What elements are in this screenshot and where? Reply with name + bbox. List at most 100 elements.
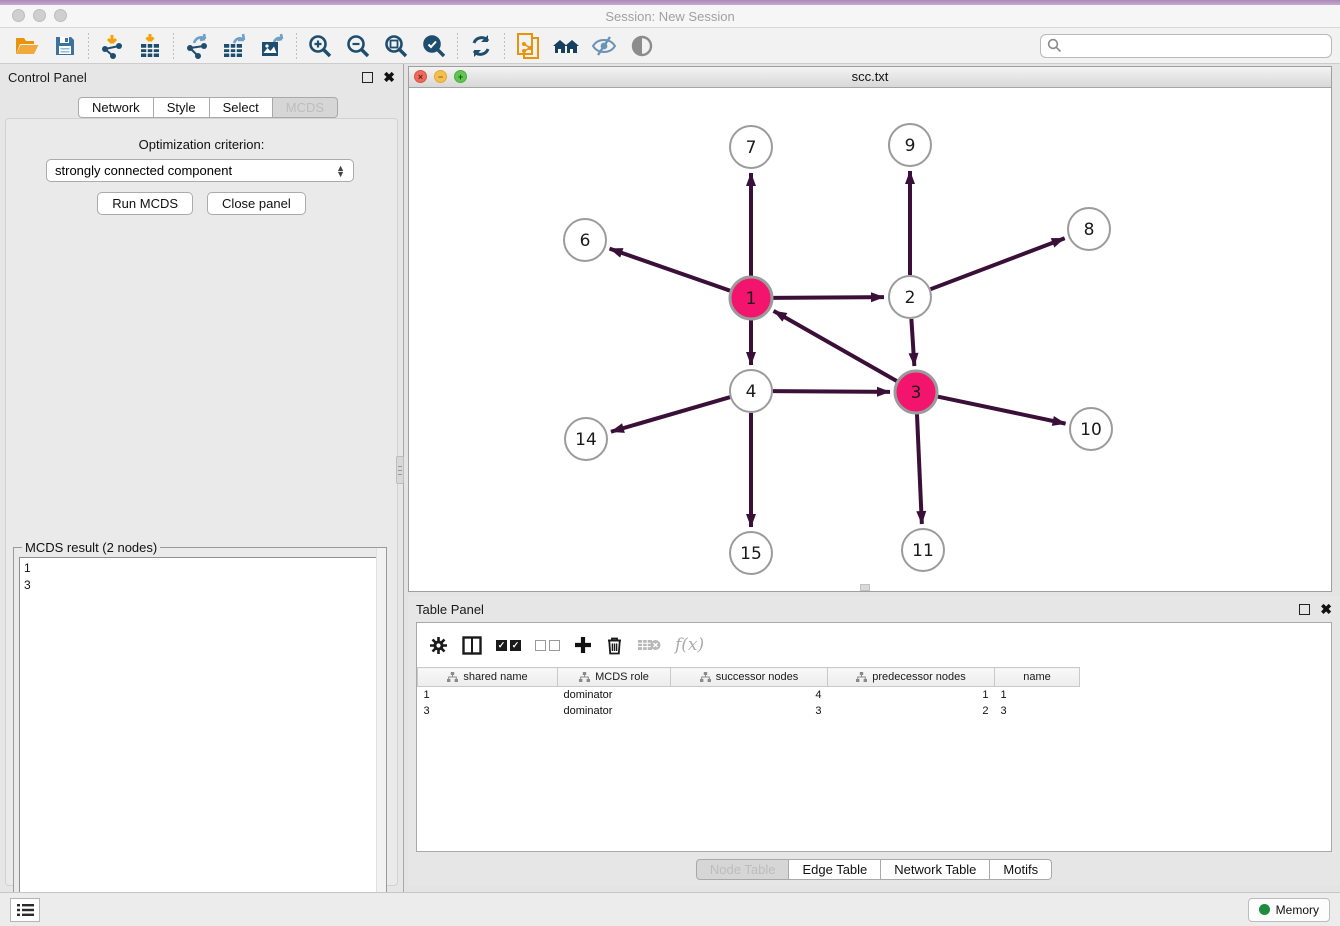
mcds-result-scrollbar[interactable] [376, 548, 386, 924]
graph-node-2[interactable]: 2 [889, 276, 931, 318]
close-table-panel-icon[interactable]: ✖ [1320, 602, 1332, 616]
tab-edge-table[interactable]: Edge Table [789, 859, 881, 880]
cell-predecessor-nodes: 1 [828, 687, 995, 703]
tab-select[interactable]: Select [210, 97, 273, 118]
column-type-icon [447, 672, 458, 683]
show-columns-button[interactable] [462, 636, 482, 655]
export-table-icon [222, 33, 248, 59]
toolbar-separator [88, 33, 89, 59]
network-graph-canvas[interactable]: 7 9 6 8 1 2 4 3 14 10 15 11 [409, 88, 1331, 591]
cell-name: 3 [995, 703, 1080, 719]
hide-graphics-details-button[interactable] [585, 31, 623, 61]
network-minimize-button[interactable]: − [434, 70, 447, 83]
graph-node-11[interactable]: 11 [902, 529, 944, 571]
tab-mcds[interactable]: MCDS [273, 97, 338, 118]
graph-edge-3-1[interactable] [774, 311, 897, 381]
network-maximize-button[interactable]: + [454, 70, 467, 83]
svg-text:8: 8 [1084, 220, 1095, 240]
network-window-titlebar[interactable]: × − + scc.txt [409, 67, 1331, 88]
column-header-mcds-role[interactable]: MCDS role [558, 668, 671, 687]
app-window-controls[interactable] [12, 9, 67, 22]
close-panel-button[interactable]: Close panel [207, 192, 306, 215]
float-table-panel-icon[interactable] [1299, 604, 1310, 615]
clone-network-button[interactable] [509, 31, 547, 61]
graph-node-4[interactable]: 4 [730, 370, 772, 412]
table-row[interactable]: 1 dominator 4 1 1 [418, 687, 1080, 703]
close-panel-icon[interactable]: ✖ [383, 70, 395, 84]
refresh-button[interactable] [462, 31, 500, 61]
cell-name: 1 [995, 687, 1080, 703]
table-row[interactable]: 3 dominator 3 2 3 [418, 703, 1080, 719]
run-mcds-button[interactable]: Run MCDS [97, 192, 193, 215]
select-all-columns-button[interactable]: ✓ ✓ [496, 640, 521, 651]
canvas-resize-handle[interactable] [860, 584, 870, 591]
graph-edge-2-8[interactable] [931, 238, 1065, 289]
open-session-button[interactable] [8, 31, 46, 61]
mcds-result-text[interactable]: 1 3 [19, 557, 381, 919]
status-bar: Memory [0, 892, 1340, 926]
export-image-button[interactable] [254, 31, 292, 61]
column-header-name[interactable]: name [995, 668, 1080, 687]
delete-column-button[interactable] [606, 636, 623, 655]
import-network-icon [99, 33, 125, 59]
double-home-button[interactable] [547, 31, 585, 61]
graph-edge-4-3[interactable] [773, 391, 890, 392]
tab-network-table[interactable]: Network Table [881, 859, 990, 880]
graph-node-3[interactable]: 3 [895, 371, 937, 413]
optimization-criterion-dropdown[interactable]: strongly connected component ▲▼ [46, 159, 354, 182]
table-settings-button[interactable] [429, 636, 448, 655]
import-table-button[interactable] [131, 31, 169, 61]
zoom-out-button[interactable] [339, 31, 377, 61]
zoom-selected-button[interactable] [415, 31, 453, 61]
deselect-all-columns-button[interactable] [535, 640, 560, 651]
save-session-button[interactable] [46, 31, 84, 61]
tab-node-table[interactable]: Node Table [696, 859, 790, 880]
graph-edge-1-6[interactable] [610, 249, 731, 291]
zoom-in-button[interactable] [301, 31, 339, 61]
graph-node-14[interactable]: 14 [565, 418, 607, 460]
import-network-button[interactable] [93, 31, 131, 61]
graph-edge-3-10[interactable] [938, 397, 1066, 424]
close-window-button[interactable] [12, 9, 25, 22]
graph-node-9[interactable]: 9 [889, 124, 931, 166]
graph-node-15[interactable]: 15 [730, 532, 772, 574]
panel-splitter-handle[interactable] [396, 456, 404, 484]
tab-style[interactable]: Style [154, 97, 210, 118]
svg-text:10: 10 [1080, 420, 1102, 440]
graph-node-7[interactable]: 7 [730, 126, 772, 168]
graph-edge-1-2[interactable] [773, 297, 884, 298]
minimize-window-button[interactable] [33, 9, 46, 22]
search-input[interactable] [1066, 39, 1325, 53]
tab-network[interactable]: Network [78, 97, 154, 118]
float-panel-icon[interactable] [362, 72, 373, 83]
tab-motifs[interactable]: Motifs [990, 859, 1052, 880]
graph-node-8[interactable]: 8 [1068, 208, 1110, 250]
column-header-predecessor-nodes[interactable]: predecessor nodes [828, 668, 995, 687]
app-titlebar: Session: New Session [0, 5, 1340, 28]
dropdown-chevrons-icon: ▲▼ [336, 165, 345, 177]
graph-edge-2-3[interactable] [911, 319, 914, 366]
graph-edge-4-14[interactable] [611, 397, 730, 432]
toolbar-separator [296, 33, 297, 59]
control-panel-tabbar: Network Style Select MCDS [78, 97, 338, 118]
search-field[interactable] [1040, 34, 1332, 58]
column-header-successor-nodes[interactable]: successor nodes [671, 668, 828, 687]
export-network-button[interactable] [178, 31, 216, 61]
show-graphics-details-button[interactable] [623, 31, 661, 61]
svg-text:9: 9 [905, 136, 916, 156]
memory-button[interactable]: Memory [1248, 898, 1330, 922]
export-table-button[interactable] [216, 31, 254, 61]
graph-node-1[interactable]: 1 [730, 277, 772, 319]
network-close-button[interactable]: × [414, 70, 427, 83]
checked-box-icon: ✓ [496, 640, 507, 651]
zoom-window-button[interactable] [54, 9, 67, 22]
graph-node-10[interactable]: 10 [1070, 408, 1112, 450]
graph-edge-3-11[interactable] [917, 414, 922, 524]
control-panel: Control Panel ✖ Network Style Select MCD… [0, 64, 404, 892]
column-header-shared-name[interactable]: shared name [418, 668, 558, 687]
task-history-button[interactable] [10, 898, 40, 922]
graph-node-6[interactable]: 6 [564, 219, 606, 261]
zoom-fit-button[interactable] [377, 31, 415, 61]
create-column-button[interactable] [574, 636, 592, 654]
toolbar-separator [457, 33, 458, 59]
